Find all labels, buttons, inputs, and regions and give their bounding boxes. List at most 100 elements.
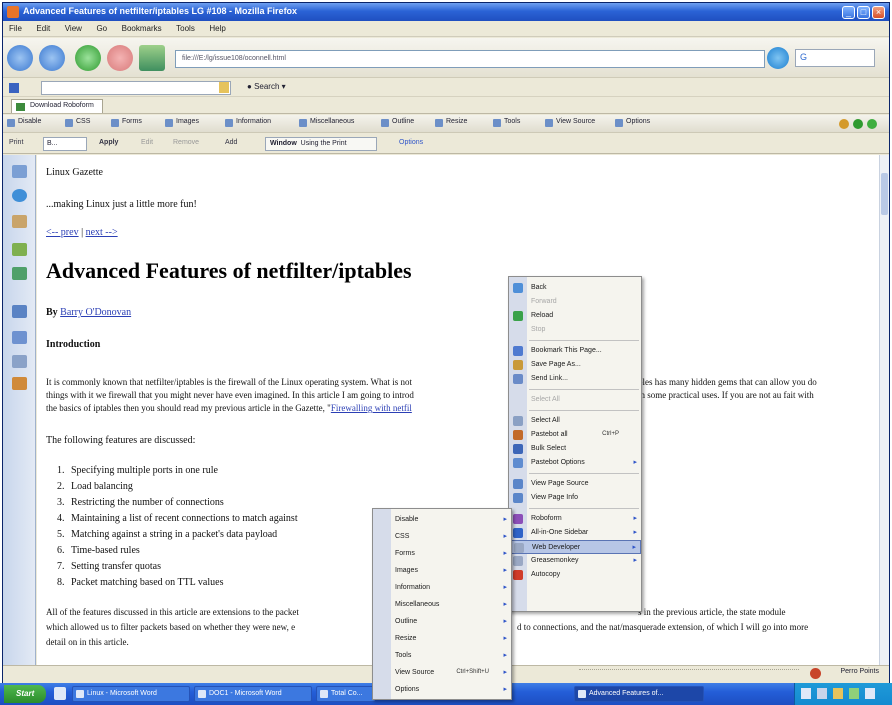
dev-forms[interactable]: Forms xyxy=(111,118,142,127)
context-menu-item[interactable]: Roboform ▸ xyxy=(509,512,641,526)
reload-icon[interactable] xyxy=(75,45,101,71)
task-doc1-word[interactable]: DOC1 - Microsoft Word xyxy=(194,686,312,702)
tray-icon-4[interactable] xyxy=(849,688,859,699)
tab-download-roboform[interactable]: Download Roboform xyxy=(11,99,103,113)
zoom-select[interactable]: B... xyxy=(43,137,87,151)
submenu-item[interactable]: Outline ▸ xyxy=(373,615,511,629)
home-icon[interactable] xyxy=(139,45,165,71)
context-menu-item[interactable]: Forward xyxy=(509,295,641,309)
start-button[interactable]: Start xyxy=(4,685,46,703)
context-menu-item[interactable]: All-in-One Sidebar ▸ xyxy=(509,526,641,540)
close-button[interactable]: × xyxy=(872,6,885,19)
context-menu-item[interactable]: Pastebot all Ctrl+P xyxy=(509,428,641,442)
context-menu-item[interactable]: Send Link... xyxy=(509,372,641,386)
tools-icon[interactable] xyxy=(12,377,27,390)
downloads-icon[interactable] xyxy=(12,215,27,228)
menu-bookmarks[interactable]: Bookmarks xyxy=(116,22,168,35)
window-select[interactable]: Window Using the Print xyxy=(265,137,377,151)
google-search-field[interactable]: G xyxy=(795,49,875,67)
quicklaunch-icon[interactable] xyxy=(54,687,66,700)
dev-images[interactable]: Images xyxy=(165,118,199,127)
context-menu-item[interactable]: Bulk Select xyxy=(509,442,641,456)
menu-view[interactable]: View xyxy=(59,22,88,35)
apply-button[interactable]: Apply xyxy=(99,139,118,146)
minimize-button[interactable]: _ xyxy=(842,6,855,19)
address-bar[interactable]: file:///E:/lg/issue108/oconnell.html xyxy=(175,50,765,68)
tray-icon-5[interactable] xyxy=(865,688,875,699)
menu-go[interactable]: Go xyxy=(90,22,113,35)
submenu-item[interactable]: Information ▸ xyxy=(373,581,511,595)
themes-icon[interactable] xyxy=(12,267,27,280)
context-menu-item[interactable]: Web Developer ▸ xyxy=(509,540,641,554)
task-linux-word[interactable]: Linux - Microsoft Word xyxy=(72,686,190,702)
page-info-icon[interactable] xyxy=(12,305,27,318)
menu-file[interactable]: File xyxy=(3,22,28,35)
dev-information[interactable]: Information xyxy=(225,118,271,127)
extensions-icon[interactable] xyxy=(12,243,27,256)
bookmarks-icon[interactable] xyxy=(12,165,27,178)
submenu-item[interactable]: Tools ▸ xyxy=(373,649,511,663)
context-menu-item[interactable]: Bookmark This Page... xyxy=(509,344,641,358)
dev-miscellaneous[interactable]: Miscellaneous xyxy=(299,118,354,127)
back-icon[interactable] xyxy=(7,45,33,71)
dev-view-source[interactable]: View Source xyxy=(545,118,595,127)
submenu-item[interactable]: Images ▸ xyxy=(373,564,511,578)
prev-link[interactable]: <-- prev xyxy=(46,227,79,238)
console-icon[interactable] xyxy=(12,355,27,368)
dev-css[interactable]: CSS xyxy=(65,118,90,127)
stop-icon[interactable] xyxy=(107,45,133,71)
tray-icon-3[interactable] xyxy=(833,688,843,699)
highlight-icon[interactable] xyxy=(219,82,229,93)
menu-tools[interactable]: Tools xyxy=(170,22,201,35)
status-ok-icon[interactable] xyxy=(867,119,877,129)
dev-disable[interactable]: Disable xyxy=(7,118,41,127)
go-icon[interactable] xyxy=(767,47,789,69)
remove-button[interactable]: Remove xyxy=(173,139,199,146)
context-menu-item[interactable]: View Page Info xyxy=(509,491,641,505)
previous-article-link[interactable]: Firewalling with netfil xyxy=(331,403,412,413)
context-menu-item[interactable]: Stop xyxy=(509,323,641,337)
menu-help[interactable]: Help xyxy=(203,22,231,35)
forward-icon[interactable] xyxy=(39,45,65,71)
status-orange-icon[interactable] xyxy=(839,119,849,129)
submenu-item[interactable]: Resize ▸ xyxy=(373,632,511,646)
dev-outline[interactable]: Outline xyxy=(381,118,414,127)
task-firefox-active[interactable]: Advanced Features of... xyxy=(574,686,704,702)
submenu-item[interactable]: View Source Ctrl+Shift+U ▸ xyxy=(373,666,511,680)
vertical-scrollbar[interactable] xyxy=(879,155,889,665)
submenu-item[interactable]: Miscellaneous ▸ xyxy=(373,598,511,612)
edit-button[interactable]: Edit xyxy=(141,139,153,146)
dev-options[interactable]: Options xyxy=(615,118,650,127)
next-link[interactable]: next --> xyxy=(86,227,118,238)
context-menu-item[interactable]: Save Page As... xyxy=(509,358,641,372)
perro-icon[interactable] xyxy=(810,668,821,679)
add-button[interactable]: Add xyxy=(225,139,237,146)
context-menu-item[interactable]: View Page Source xyxy=(509,477,641,491)
dev-tools[interactable]: Tools xyxy=(493,118,520,127)
tray-icon-2[interactable] xyxy=(817,688,827,699)
context-menu-item[interactable]: Reload xyxy=(509,309,641,323)
history-icon[interactable] xyxy=(12,189,27,202)
author-link[interactable]: Barry O'Donovan xyxy=(60,307,131,318)
submenu-item[interactable]: CSS ▸ xyxy=(373,530,511,544)
context-menu-item[interactable]: Greasemonkey ▸ xyxy=(509,554,641,568)
context-menu-item[interactable]: Autocopy xyxy=(509,568,641,582)
engine-icon[interactable] xyxy=(9,83,19,93)
options-button[interactable]: Options xyxy=(399,139,423,146)
maximize-button[interactable]: □ xyxy=(857,6,870,19)
submenu-item[interactable]: Forms ▸ xyxy=(373,547,511,561)
task-total-commander[interactable]: Total Co... xyxy=(316,686,376,702)
search-input[interactable] xyxy=(41,81,231,95)
search-button[interactable]: ● Search ▾ xyxy=(247,82,286,91)
scrollbar-thumb[interactable] xyxy=(881,173,888,215)
status-green-icon[interactable] xyxy=(853,119,863,129)
context-menu-item[interactable]: Select All xyxy=(509,414,641,428)
context-menu-item[interactable]: Select All xyxy=(509,393,641,407)
submenu-item[interactable]: Disable ▸ xyxy=(373,513,511,527)
context-menu-item[interactable]: Back xyxy=(509,281,641,295)
submenu-item[interactable]: Options ▸ xyxy=(373,683,511,697)
source-icon[interactable] xyxy=(12,331,27,344)
dev-resize[interactable]: Resize xyxy=(435,118,467,127)
context-menu-item[interactable]: Pastebot Options ▸ xyxy=(509,456,641,470)
tray-icon-1[interactable] xyxy=(801,688,811,699)
